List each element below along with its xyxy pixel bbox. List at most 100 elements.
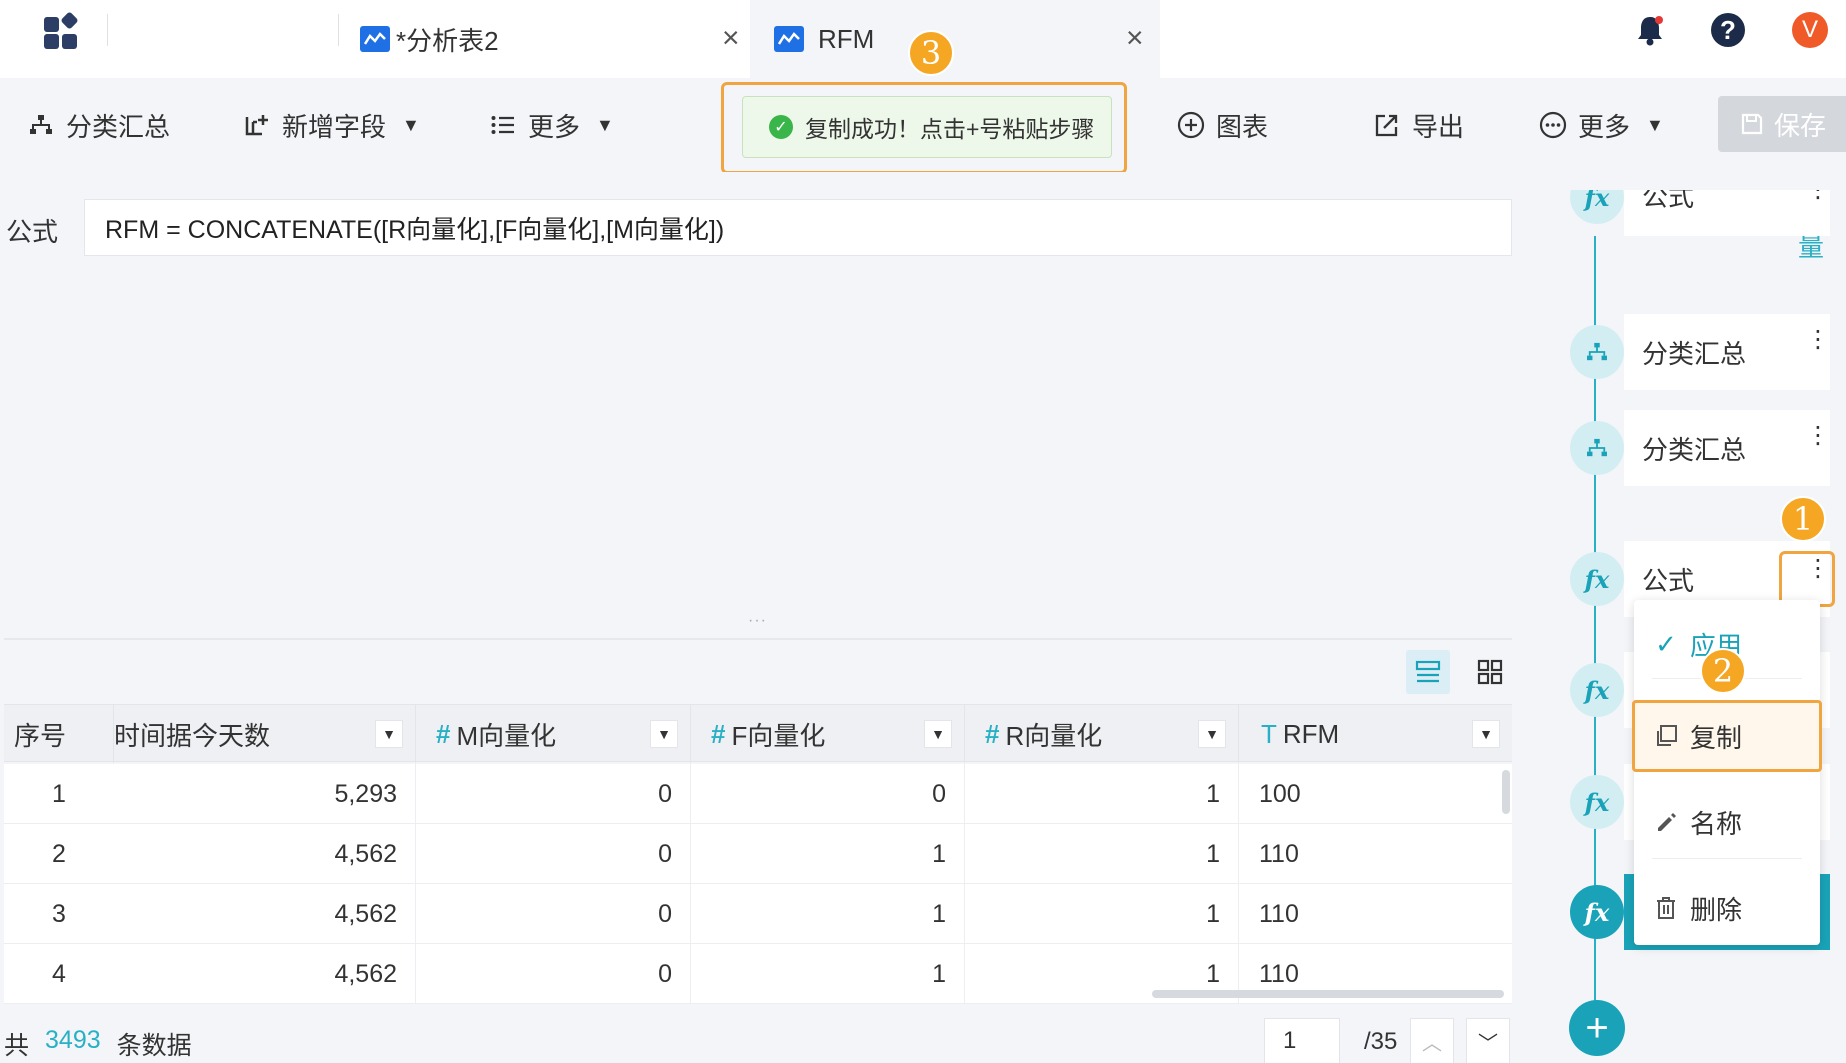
app-grid-icon[interactable] <box>44 11 80 50</box>
menu-item-rename[interactable]: 名称 <box>1634 788 1820 856</box>
table-cell: 0 <box>691 764 965 824</box>
step-badge-2: 2 <box>1700 648 1746 694</box>
formula-input[interactable]: RFM = CONCATENATE([R向量化],[F向量化],[M向量化]) <box>84 199 1512 256</box>
row-index: 3 <box>52 899 66 928</box>
step-card: 分类汇总 ⋮ <box>1624 410 1830 486</box>
save-button[interactable]: 保存 <box>1718 96 1846 152</box>
caret-down-icon[interactable]: ▼ <box>924 720 952 748</box>
column-label: F向量化 <box>731 720 826 751</box>
table-cell: 4,562 <box>114 944 416 1004</box>
caret-down-icon: ▼ <box>1646 114 1664 135</box>
caret-down-icon: ▼ <box>596 114 614 135</box>
formula-icon: fx <box>1570 552 1624 606</box>
chevron-up-icon[interactable]: ︿ <box>1410 1018 1454 1063</box>
step-label: 公式 <box>1642 190 1695 212</box>
record-count: 共 3493 条数据 <box>4 1026 192 1062</box>
new-field-button[interactable]: 新增字段 ▼ <box>242 78 420 172</box>
analysis-icon <box>360 26 390 52</box>
pencil-icon <box>1652 810 1680 834</box>
caret-down-icon[interactable]: ▼ <box>1472 720 1500 748</box>
number-type-icon: # <box>711 718 726 749</box>
row-index: 2 <box>52 839 66 868</box>
export-button[interactable]: 导出 <box>1372 78 1464 172</box>
more-left-button[interactable]: 更多 ▼ <box>488 78 614 172</box>
step-group-summary[interactable]: 分类汇总 ⋮ <box>1570 410 1830 486</box>
step-group-summary[interactable]: 分类汇总 ⋮ <box>1570 314 1830 390</box>
page-number-input[interactable]: 1 <box>1264 1018 1340 1063</box>
menu-item-copy[interactable]: 复制 <box>1634 702 1820 770</box>
kebab-menu-icon[interactable]: ⋮ <box>1806 328 1830 352</box>
hierarchy-icon <box>1570 325 1624 379</box>
menu-item-delete[interactable]: 删除 <box>1634 874 1820 942</box>
row-index: 1 <box>52 779 66 808</box>
bell-icon[interactable] <box>1628 8 1672 52</box>
horizontal-scrollbar[interactable] <box>1152 990 1504 998</box>
divider <box>107 14 108 46</box>
column-header[interactable]: # F向量化 ▼ <box>691 705 965 763</box>
export-label: 导出 <box>1412 111 1465 142</box>
table-row[interactable]: 3 4,562 0 1 1 110 <box>4 884 1512 944</box>
step-formula[interactable]: fx 公式 ⋮ <box>1570 190 1830 236</box>
formula-icon: fx <box>1570 775 1624 829</box>
table-cell: 0 <box>416 884 691 944</box>
kebab-highlight-frame <box>1779 551 1835 607</box>
more-left-label: 更多 <box>528 111 581 142</box>
chart-button[interactable]: 图表 <box>1176 78 1268 172</box>
column-label: M向量化 <box>456 720 557 751</box>
divider <box>1652 858 1802 859</box>
group-summary-button[interactable]: 分类汇总 <box>26 78 170 172</box>
divider <box>338 14 339 46</box>
table-cell: 1 <box>691 884 965 944</box>
close-icon[interactable]: × <box>722 21 740 55</box>
more-right-button[interactable]: 更多 ▼ <box>1538 78 1664 172</box>
column-header[interactable]: T RFM ▼ <box>1239 705 1512 763</box>
table-cell: 0 <box>416 944 691 1004</box>
column-header[interactable]: # M向量化 ▼ <box>416 705 691 763</box>
table-row[interactable]: 1 5,293 0 0 1 100 <box>4 764 1512 824</box>
table-cell: 1 <box>965 764 1239 824</box>
resize-handle[interactable]: ··· <box>748 612 767 630</box>
hierarchy-icon <box>26 114 56 136</box>
add-step-button[interactable]: + <box>1569 1000 1625 1056</box>
list-icon <box>488 115 518 135</box>
kebab-menu-icon[interactable]: ⋮ <box>1806 190 1830 202</box>
export-icon <box>1372 112 1402 138</box>
divider <box>4 638 1512 640</box>
table-cell: 1 <box>691 824 965 884</box>
row-index: 4 <box>52 959 66 988</box>
ellipsis-circle-icon <box>1538 111 1568 139</box>
list-view-icon[interactable] <box>1406 650 1450 694</box>
number-type-icon: # <box>985 718 1000 749</box>
page-total: /35 <box>1364 1028 1398 1055</box>
check-circle-icon: ✓ <box>769 115 793 139</box>
close-icon[interactable]: × <box>1126 21 1144 55</box>
table-row[interactable]: 2 4,562 0 1 1 110 <box>4 824 1512 884</box>
count-suffix: 条数据 <box>116 1032 192 1060</box>
grid-view-icon[interactable] <box>1468 650 1512 694</box>
hierarchy-icon <box>1570 421 1624 475</box>
table-cell: 1 <box>691 944 965 1004</box>
kebab-menu-icon[interactable]: ⋮ <box>1806 424 1830 448</box>
column-header[interactable]: 序号 <box>4 705 114 763</box>
tab-label: *分析表2 <box>396 25 499 56</box>
step-card: 公式 ⋮ <box>1624 190 1830 236</box>
caret-down-icon[interactable]: ▼ <box>1198 720 1226 748</box>
column-header[interactable]: 时间据今天数 ▼ <box>114 705 416 763</box>
caret-down-icon[interactable]: ▼ <box>650 720 678 748</box>
help-icon[interactable]: ? <box>1706 8 1750 52</box>
table-cell: 0 <box>416 764 691 824</box>
table-cell: 4,562 <box>114 824 416 884</box>
formula-icon: fx <box>1570 190 1624 224</box>
formula-label: 公式 <box>6 217 59 247</box>
column-label: 时间据今天数 <box>114 720 271 751</box>
caret-down-icon[interactable]: ▼ <box>375 720 403 748</box>
column-header[interactable]: # R向量化 ▼ <box>965 705 1239 763</box>
tab-analysis-2[interactable]: *分析表2 × <box>360 0 750 78</box>
vertical-scrollbar[interactable] <box>1502 770 1510 814</box>
table-header: 序号 时间据今天数 ▼ # M向量化 ▼ # F向量化 ▼ # R向量化 ▼ T… <box>4 704 1512 763</box>
step-badge-1: 1 <box>1780 496 1826 542</box>
chevron-down-icon[interactable]: ﹀ <box>1466 1018 1510 1063</box>
copy-icon <box>1652 724 1680 748</box>
avatar[interactable]: V <box>1788 8 1832 52</box>
tab-rfm[interactable]: RFM × <box>750 0 1160 78</box>
